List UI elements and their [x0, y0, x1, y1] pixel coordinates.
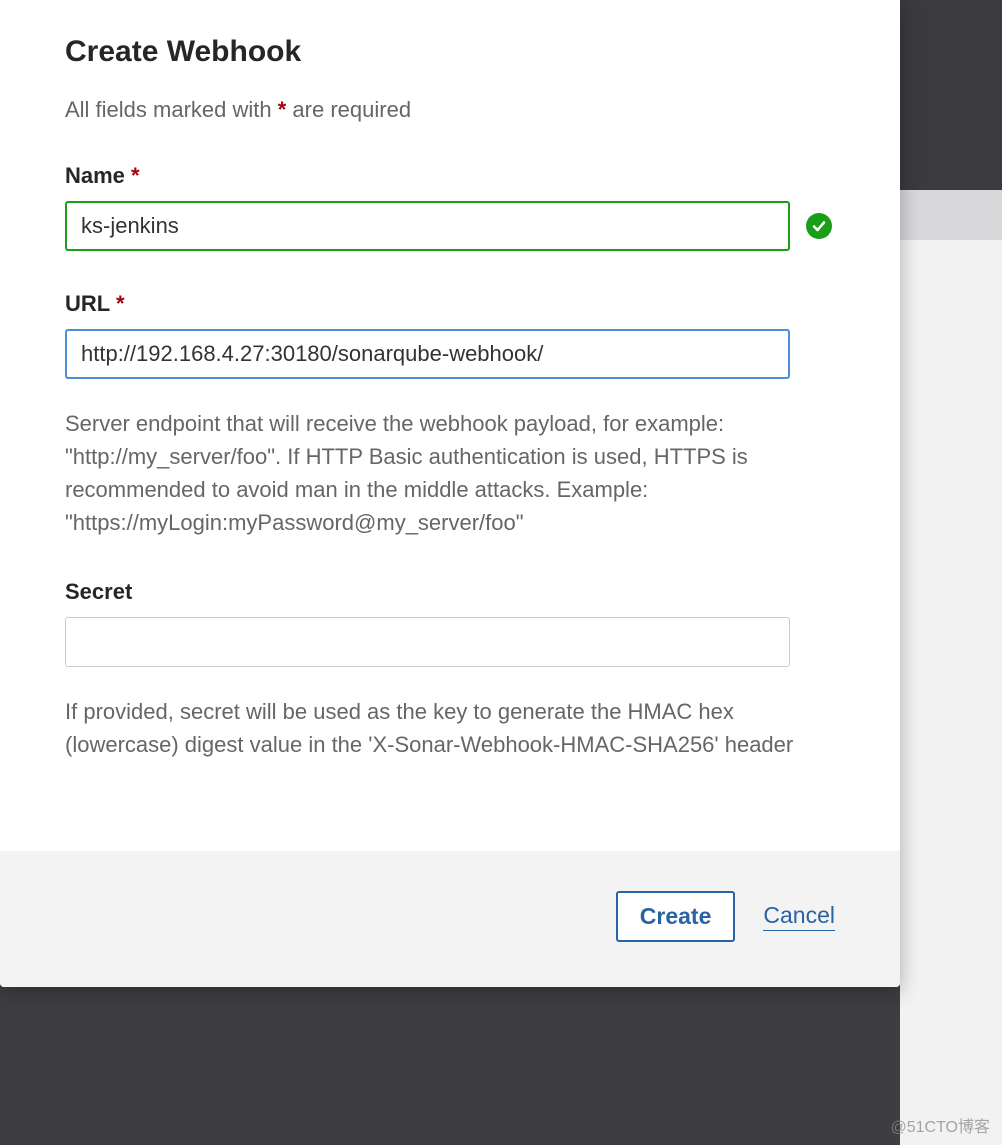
name-input-row [65, 201, 835, 251]
cancel-link[interactable]: Cancel [763, 902, 835, 931]
watermark-text: @51CTO博客 [890, 1113, 990, 1137]
required-asterisk: * [116, 291, 125, 316]
background-dark-strip [900, 0, 1002, 190]
modal-footer: Create Cancel [0, 851, 900, 987]
background-light-strip [900, 240, 1002, 1145]
url-input-row [65, 329, 835, 379]
modal-body: Create Webhook All fields marked with * … [0, 0, 900, 851]
url-label: URL * [65, 291, 835, 317]
required-asterisk: * [131, 163, 140, 188]
secret-label-text: Secret [65, 579, 132, 604]
secret-input[interactable] [65, 617, 790, 667]
url-input[interactable] [65, 329, 790, 379]
required-note-suffix: are required [286, 97, 411, 122]
background-mid-strip [900, 190, 1002, 240]
modal-title: Create Webhook [65, 35, 835, 69]
secret-help-text: If provided, secret will be used as the … [65, 695, 835, 761]
url-help-text: Server endpoint that will receive the we… [65, 407, 835, 539]
secret-field-group: Secret If provided, secret will be used … [65, 579, 835, 761]
secret-input-row [65, 617, 835, 667]
check-circle-icon [806, 213, 832, 239]
create-button[interactable]: Create [616, 891, 736, 942]
url-label-text: URL [65, 291, 110, 316]
name-label: Name * [65, 163, 835, 189]
create-webhook-modal: Create Webhook All fields marked with * … [0, 0, 900, 987]
name-field-group: Name * [65, 163, 835, 251]
name-label-text: Name [65, 163, 125, 188]
url-field-group: URL * Server endpoint that will receive … [65, 291, 835, 539]
secret-label: Secret [65, 579, 835, 605]
name-input[interactable] [65, 201, 790, 251]
required-note: All fields marked with * are required [65, 97, 835, 123]
required-note-prefix: All fields marked with [65, 97, 278, 122]
